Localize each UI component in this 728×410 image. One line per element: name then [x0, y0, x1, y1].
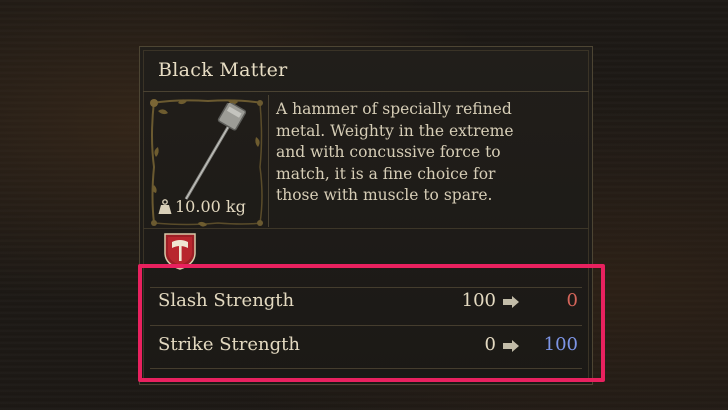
item-description: A hammer of specially refined metal. Wei…: [276, 99, 576, 207]
weight-display: 10.00 kg: [158, 197, 246, 216]
weight-value: 10.00 kg: [175, 197, 246, 216]
stats-highlight-box: [138, 264, 605, 382]
item-name: Black Matter: [158, 59, 288, 81]
section-divider: [143, 228, 589, 229]
hammer-icon: [184, 103, 246, 200]
description-line: metal. Weighty in the extreme: [276, 121, 514, 140]
description-line: match, it is a fine choice for: [276, 164, 496, 183]
image-description-divider: [268, 95, 269, 227]
description-line: A hammer of specially refined: [276, 100, 512, 118]
description-line: and with concussive force to: [276, 143, 501, 161]
description-line: those with muscle to spare.: [276, 186, 493, 204]
weight-icon: [158, 198, 172, 214]
title-divider: [143, 91, 589, 92]
